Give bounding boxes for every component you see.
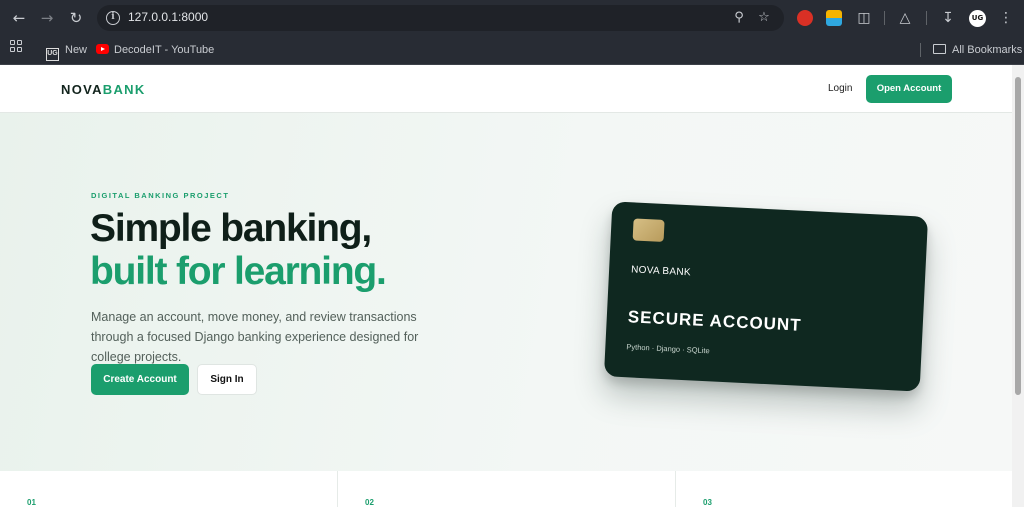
download-icon[interactable]: ↧ (939, 9, 957, 27)
hero-section: DIGITAL BANKING PROJECT Simple banking, … (0, 113, 1012, 471)
bookmark-star-icon[interactable]: ☆ (756, 10, 772, 26)
folder-icon (933, 44, 946, 54)
extension-icon[interactable] (797, 10, 813, 26)
extensions-puzzle-icon[interactable]: ◫ (855, 9, 873, 27)
browser-chrome: ← → ↻ i 127.0.0.1:8000 ⚲ ☆ ◫ △ ↧ UG ⋮ UG… (0, 0, 1024, 65)
card-bank-name: NOVA BANK (630, 264, 692, 279)
feature-number: 02 (365, 498, 374, 507)
address-url[interactable]: 127.0.0.1:8000 (128, 10, 208, 24)
feature-item: 01 (0, 471, 338, 507)
toolbar-divider (884, 11, 885, 25)
card-chip-icon (632, 218, 665, 242)
youtube-icon (96, 44, 109, 54)
bookmarks-bar: UG New DecodeIT - YouTube All Bookmarks (0, 36, 1024, 65)
page-scrollbar[interactable] (1012, 65, 1024, 507)
card-title: SECURE ACCOUNT (627, 307, 803, 335)
bookmark-label: DecodeIT - YouTube (114, 44, 215, 56)
apps-grid-icon[interactable] (10, 40, 22, 52)
toolbar-divider (926, 11, 927, 25)
login-link[interactable]: Login (828, 83, 852, 94)
site-info-icon[interactable]: i (106, 11, 120, 25)
menu-kebab-icon[interactable]: ⋮ (997, 9, 1015, 27)
browser-toolbar: ← → ↻ i 127.0.0.1:8000 ⚲ ☆ ◫ △ ↧ UG ⋮ (0, 0, 1024, 36)
all-bookmarks[interactable]: All Bookmarks (933, 42, 1022, 58)
bookmarks-divider (920, 43, 921, 57)
extension-icon[interactable] (826, 10, 842, 26)
bookmark-decodeit[interactable]: DecodeIT - YouTube (96, 42, 214, 58)
labs-icon[interactable]: △ (896, 9, 914, 27)
forward-icon[interactable]: → (37, 8, 57, 28)
features-section: 01 02 03 (0, 471, 1012, 507)
profile-avatar[interactable]: UG (969, 10, 986, 27)
brand-logo[interactable]: NOVABANK (61, 82, 146, 97)
site-header: NOVABANK Login Open Account (0, 65, 1012, 113)
hero-lead: Manage an account, move money, and revie… (91, 310, 419, 364)
bookmark-new[interactable]: UG New (46, 42, 88, 61)
hero-eyebrow: DIGITAL BANKING PROJECT (91, 191, 230, 200)
address-bar[interactable]: i 127.0.0.1:8000 ⚲ ☆ (97, 5, 784, 31)
feature-item: 02 (338, 471, 676, 507)
hero-headline-line1: Simple banking, (90, 207, 372, 250)
sign-in-button[interactable]: Sign In (197, 364, 257, 395)
feature-number: 03 (703, 498, 712, 507)
bank-card-illustration: NOVA BANK SECURE ACCOUNT Python · Django… (603, 201, 929, 392)
open-account-button[interactable]: Open Account (866, 75, 952, 103)
feature-number: 01 (27, 498, 36, 507)
bookmark-label: New (65, 44, 88, 56)
reload-icon[interactable]: ↻ (66, 8, 86, 28)
hero-headline-line2: built for learning. (90, 250, 387, 293)
scrollbar-thumb[interactable] (1015, 77, 1021, 395)
ug-logo-icon: UG (46, 48, 59, 61)
create-account-button[interactable]: Create Account (91, 364, 189, 395)
back-icon[interactable]: ← (9, 8, 29, 28)
feature-item: 03 (676, 471, 1012, 507)
logo-primary: NOVA (61, 82, 103, 97)
logo-accent: BANK (102, 82, 146, 97)
web-page: NOVABANK Login Open Account DIGITAL BANK… (0, 65, 1012, 507)
all-bookmarks-label: All Bookmarks (952, 44, 1023, 56)
zoom-icon[interactable]: ⚲ (731, 10, 747, 26)
card-tech-stack: Python · Django · SQLite (626, 342, 710, 356)
